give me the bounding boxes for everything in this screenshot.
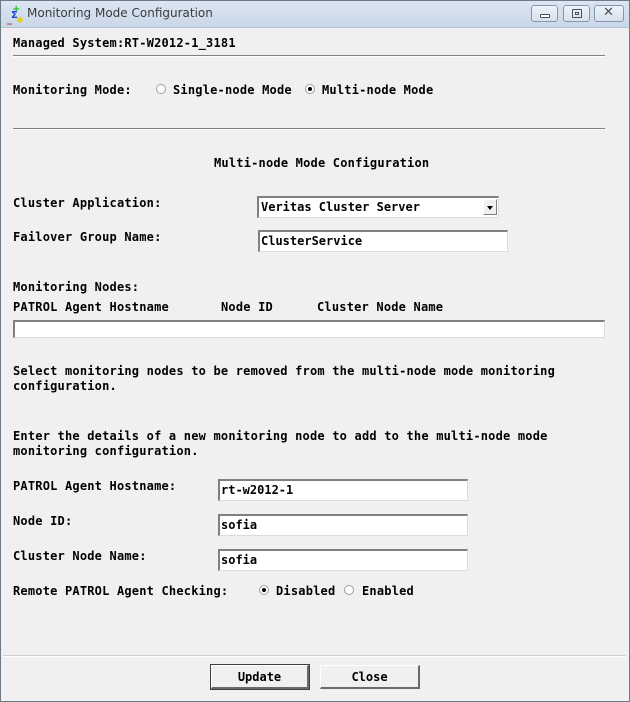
add-hint-text: Enter the details of a new monitoring no… — [13, 429, 548, 443]
update-button[interactable]: Update — [210, 664, 310, 690]
divider — [13, 128, 605, 130]
add-hint-text-cont: monitoring configuration. — [13, 444, 199, 458]
remove-hint-text: Select monitoring nodes to be removed fr… — [13, 364, 555, 378]
dialog-window: + Σ _ ✱ Monitoring Mode Configuration ✕ Man… — [0, 0, 630, 702]
section-title: Multi-node Mode Configuration — [214, 156, 430, 170]
managed-system-label: Managed System:RT-W2012-1_3181 — [13, 36, 236, 50]
hostname-label: PATROL Agent Hostname: — [13, 479, 177, 493]
monitoring-nodes-label: Monitoring Nodes: — [13, 280, 140, 294]
failover-group-label: Failover Group Name: — [13, 230, 162, 244]
column-header-cluster-node-name: Cluster Node Name — [317, 300, 444, 314]
close-window-button[interactable]: ✕ — [594, 5, 624, 22]
column-header-hostname: PATROL Agent Hostname — [13, 300, 169, 314]
cluster-node-name-label: Cluster Node Name: — [13, 549, 147, 563]
single-node-mode-radio[interactable] — [156, 84, 166, 94]
hostname-input[interactable]: rt-w2012-1 — [218, 479, 468, 501]
chevron-down-icon[interactable] — [483, 199, 497, 215]
node-id-input[interactable]: sofia — [218, 514, 468, 536]
divider — [13, 55, 605, 57]
multi-node-mode-radio[interactable] — [305, 84, 315, 94]
minimize-button[interactable] — [531, 5, 558, 22]
node-id-label: Node ID: — [13, 514, 73, 528]
cluster-node-name-input[interactable]: sofia — [218, 549, 468, 571]
multi-node-mode-label[interactable]: Multi-node Mode — [322, 83, 433, 97]
patrol-app-icon: + Σ _ ✱ — [7, 4, 24, 26]
maximize-icon — [572, 9, 582, 18]
monitoring-nodes-list[interactable] — [13, 320, 605, 338]
minimize-icon — [540, 14, 550, 18]
remote-check-label: Remote PATROL Agent Checking: — [13, 584, 229, 598]
close-icon: ✕ — [603, 5, 614, 20]
window-title: Monitoring Mode Configuration — [27, 6, 213, 20]
single-node-mode-label[interactable]: Single-node Mode — [173, 83, 292, 97]
cluster-application-value: Veritas Cluster Server — [261, 200, 420, 214]
maximize-button[interactable] — [563, 5, 590, 22]
remote-check-disabled-label[interactable]: Disabled — [276, 584, 335, 598]
remove-hint-text-cont: configuration. — [13, 379, 117, 393]
cluster-application-label: Cluster Application: — [13, 196, 162, 210]
remote-check-enabled-radio[interactable] — [344, 585, 354, 595]
column-header-node-id: Node ID — [221, 300, 273, 314]
cluster-application-select[interactable]: Veritas Cluster Server — [257, 196, 499, 218]
remote-check-disabled-radio[interactable] — [259, 585, 269, 595]
title-bar[interactable]: + Σ _ ✱ Monitoring Mode Configuration ✕ — [1, 1, 629, 28]
failover-group-input[interactable]: ClusterService — [258, 230, 508, 252]
monitoring-mode-label: Monitoring Mode: — [13, 83, 132, 97]
footer-divider — [3, 655, 626, 657]
remote-check-enabled-label[interactable]: Enabled — [362, 584, 414, 598]
close-button[interactable]: Close — [320, 665, 420, 689]
